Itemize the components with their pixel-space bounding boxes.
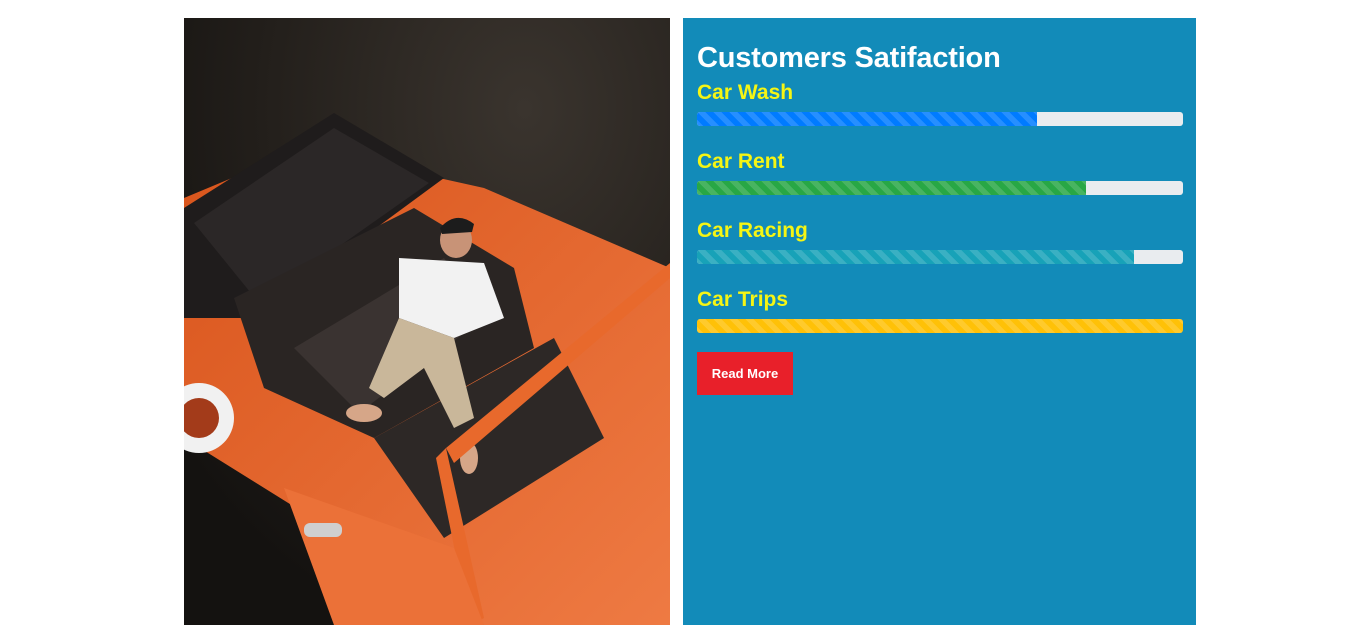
panel-title: Customers Satifaction [697,42,1001,74]
progress-fill [697,250,1135,264]
satisfaction-panel: Customers Satifaction Car Wash Car Rent … [683,18,1196,625]
skill-car-trips: Car Trips [697,285,1183,354]
read-more-button[interactable]: Read More [697,352,793,395]
progress-track [697,112,1183,126]
progress-track [697,181,1183,195]
skill-car-wash: Car Wash [697,78,1183,147]
skill-label: Car Wash [697,81,794,104]
skills-list: Car Wash Car Rent Car Racing Car Trips [697,78,1183,354]
skill-car-racing: Car Racing [697,216,1183,285]
progress-track [697,250,1183,264]
skill-label: Car Racing [697,219,808,242]
progress-fill [697,181,1086,195]
skill-car-rent: Car Rent [697,147,1183,216]
skill-label: Car Rent [697,150,785,173]
progress-track [697,319,1183,333]
about-section: Customers Satifaction Car Wash Car Rent … [184,18,1196,625]
progress-fill [697,112,1038,126]
skill-label: Car Trips [697,288,789,311]
car-photo [184,18,670,625]
progress-fill [697,319,1183,333]
